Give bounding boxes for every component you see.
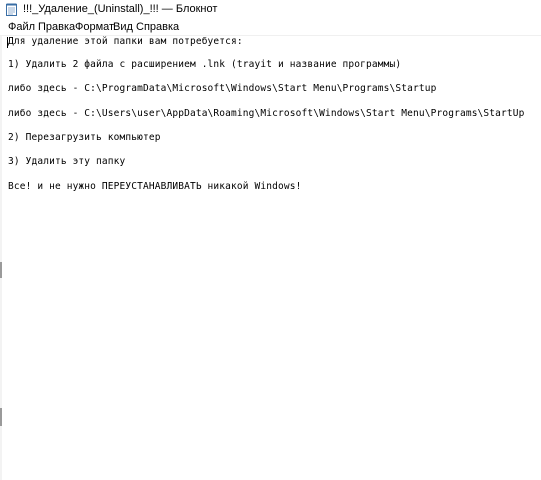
document-line: 3) Удалить эту папку <box>8 156 126 167</box>
menu-format[interactable]: Формат <box>75 21 114 34</box>
menu-file[interactable]: Файл <box>8 21 35 34</box>
document-line: 2) Перезагрузить компьютер <box>8 132 161 143</box>
edge-mark <box>0 408 2 426</box>
text-editor-area[interactable]: Для удаление этой папки вам потребуется:… <box>0 36 541 480</box>
document-line: либо здесь - C:\Users\user\AppData\Roami… <box>8 108 525 119</box>
document-line: 1) Удалить 2 файла с расширением .lnk (t… <box>8 59 402 70</box>
menu-view[interactable]: Вид <box>113 21 133 34</box>
edge-mark <box>0 262 2 278</box>
document-line: Все! и не нужно ПЕРЕУСТАНАВЛИВАТЬ никако… <box>8 181 302 192</box>
document-line: Для удаление этой папки вам потребуется: <box>8 36 243 47</box>
window-title: !!!_Удаление_(Uninstall)_!!! — Блокнот <box>23 3 218 15</box>
title-bar[interactable]: !!!_Удаление_(Uninstall)_!!! — Блокнот <box>0 0 541 19</box>
menu-bar: Файл Правка Формат Вид Справка <box>0 19 541 36</box>
notepad-window: !!!_Удаление_(Uninstall)_!!! — Блокнот Ф… <box>0 0 541 480</box>
document-line: либо здесь - C:\ProgramData\Microsoft\Wi… <box>8 83 437 94</box>
menu-edit[interactable]: Правка <box>38 21 75 34</box>
menu-help[interactable]: Справка <box>136 21 179 34</box>
notepad-icon <box>6 3 17 16</box>
window-left-edge <box>0 36 2 480</box>
